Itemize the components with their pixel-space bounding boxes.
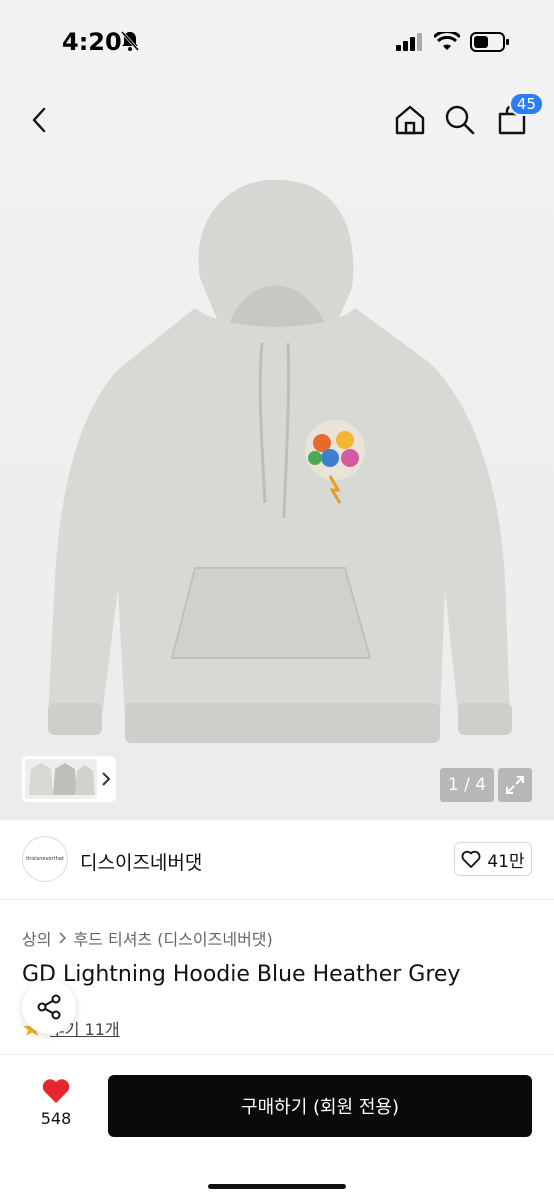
brand-like-count: 41만 [487, 851, 525, 872]
chevron-left-icon [32, 107, 46, 133]
brand-logo[interactable]: thisisneverthat [22, 836, 68, 882]
brand-name[interactable]: 디스이즈네버댓 [80, 848, 202, 875]
share-button[interactable] [22, 980, 76, 1034]
thumbnail-strip[interactable] [22, 756, 116, 802]
expand-image-button[interactable] [498, 768, 532, 802]
cart-count-badge: 45 [508, 92, 544, 116]
search-icon [445, 105, 475, 135]
brand-row[interactable]: thisisneverthat 디스이즈네버댓 41만 [0, 820, 554, 900]
top-nav: 45 [0, 84, 554, 158]
expand-icon [506, 776, 524, 794]
heart-outline-icon [461, 850, 481, 868]
breadcrumb-category[interactable]: 상의 [22, 926, 51, 950]
thumbnail-hoodies [29, 763, 95, 795]
breadcrumb: 상의 후드 티셔츠 (디스이즈네버댓) [22, 926, 273, 950]
status-bar: 4:20 [0, 0, 554, 84]
product-image [48, 179, 512, 743]
brand-like-button[interactable]: 41만 [454, 842, 532, 876]
breadcrumb-subcategory[interactable]: 후드 티셔츠 (디스이즈네버댓) [73, 926, 272, 950]
home-indicator [208, 1184, 346, 1189]
chevron-right-icon [102, 772, 111, 786]
image-page-indicator: 1 / 4 [440, 768, 494, 802]
product-image-gallery[interactable]: 1 / 4 [0, 158, 554, 820]
back-button[interactable] [18, 98, 62, 142]
wishlist-count: 548 [40, 1109, 72, 1128]
cart-button[interactable]: 45 [490, 92, 544, 142]
bell-muted-icon [120, 31, 140, 51]
wishlist-button[interactable]: 548 [30, 1077, 82, 1128]
search-button[interactable] [438, 98, 482, 142]
heart-filled-icon [42, 1079, 70, 1103]
brand-logo-text: thisisneverthat [26, 856, 64, 862]
chevron-right-icon [59, 932, 67, 944]
thumbnail-image[interactable] [25, 759, 97, 799]
home-button[interactable] [388, 98, 432, 142]
status-icons [396, 32, 510, 52]
share-icon [37, 994, 61, 1020]
signal-icon [396, 33, 422, 51]
wifi-icon [434, 32, 460, 50]
bottom-action-bar: 548 구매하기 (회원 전용) [0, 1054, 554, 1200]
product-title: GD Lightning Hoodie Blue Heather Grey [22, 962, 461, 987]
battery-icon [470, 32, 509, 52]
home-icon [395, 105, 425, 135]
buy-button[interactable]: 구매하기 (회원 전용) [108, 1075, 532, 1137]
status-time: 4:20 [62, 28, 122, 56]
